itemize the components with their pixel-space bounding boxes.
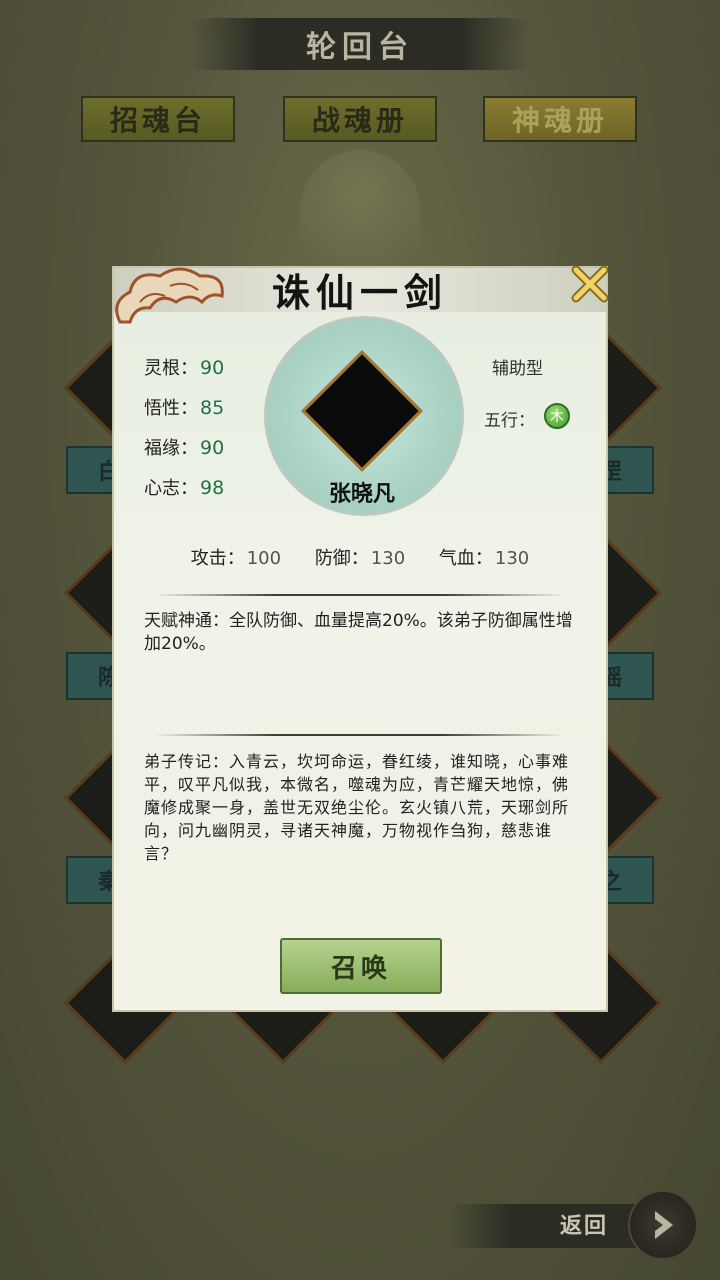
stat-label: 灵根： — [144, 358, 198, 379]
close-icon[interactable] — [568, 262, 612, 306]
combat-stats: 攻击： 100 防御： 130 气血： 130 — [114, 544, 606, 570]
stat-value: 90 — [200, 437, 225, 459]
stat-label: 心志： — [144, 478, 198, 499]
stat-value: 98 — [200, 477, 225, 499]
stat-label: 悟性： — [144, 398, 198, 419]
stat-fortune: 福缘： 90 — [144, 434, 224, 460]
stat-value: 90 — [200, 357, 225, 379]
screen-title-bar: 轮回台 — [190, 18, 530, 70]
divider — [154, 734, 564, 736]
modal-title: 诛仙一剑 — [271, 270, 448, 315]
back-button[interactable]: 返回 — [450, 1190, 700, 1260]
chevron-right-icon — [655, 1211, 673, 1239]
combat-defense: 防御： 130 — [315, 544, 405, 570]
combat-hp: 气血： 130 — [439, 544, 529, 570]
wood-element-icon: 木 — [544, 403, 570, 429]
character-biography: 弟子传记：入青云，坎坷命运，眷红绫，谁知晓，心事难平，叹平凡似我，本微名，噬魂为… — [144, 752, 570, 863]
stat-comprehension: 悟性： 85 — [144, 394, 224, 420]
stat-willpower: 心志： 98 — [144, 474, 224, 500]
combat-attack: 攻击： 100 — [191, 544, 281, 570]
element-label: 五行： — [484, 411, 535, 431]
talent-description: 天赋神通：全队防御、血量提高20%。该弟子防御属性增加20%。 — [144, 611, 573, 654]
tab-summon-soul[interactable]: 招魂台 — [81, 96, 235, 142]
combat-label: 气血： — [438, 548, 493, 569]
tab-divine-soul-book[interactable]: 神魂册 — [483, 96, 637, 142]
tab-war-soul-book[interactable]: 战魂册 — [283, 96, 437, 142]
combat-value: 130 — [494, 548, 530, 569]
combat-label: 防御： — [314, 548, 369, 569]
combat-value: 130 — [370, 548, 406, 569]
back-label: 返回 — [560, 1213, 609, 1239]
stat-root: 灵根： 90 — [144, 354, 224, 380]
screen-title: 轮回台 — [306, 30, 414, 65]
stat-label: 福缘： — [144, 438, 198, 459]
character-name: 张晓凡 — [328, 481, 395, 507]
character-type: 辅助型 — [492, 359, 543, 379]
divider — [154, 594, 564, 596]
stat-value: 85 — [200, 397, 225, 419]
summon-button[interactable]: 召唤 — [280, 938, 442, 994]
combat-value: 100 — [246, 548, 282, 569]
back-arrow-button[interactable] — [628, 1190, 698, 1260]
combat-label: 攻击： — [190, 548, 245, 569]
character-detail-modal: 诛仙一剑 灵根： 90 悟性： 85 福缘： 90 心志： 98 张晓凡 辅助型 五行：… — [112, 265, 609, 1012]
